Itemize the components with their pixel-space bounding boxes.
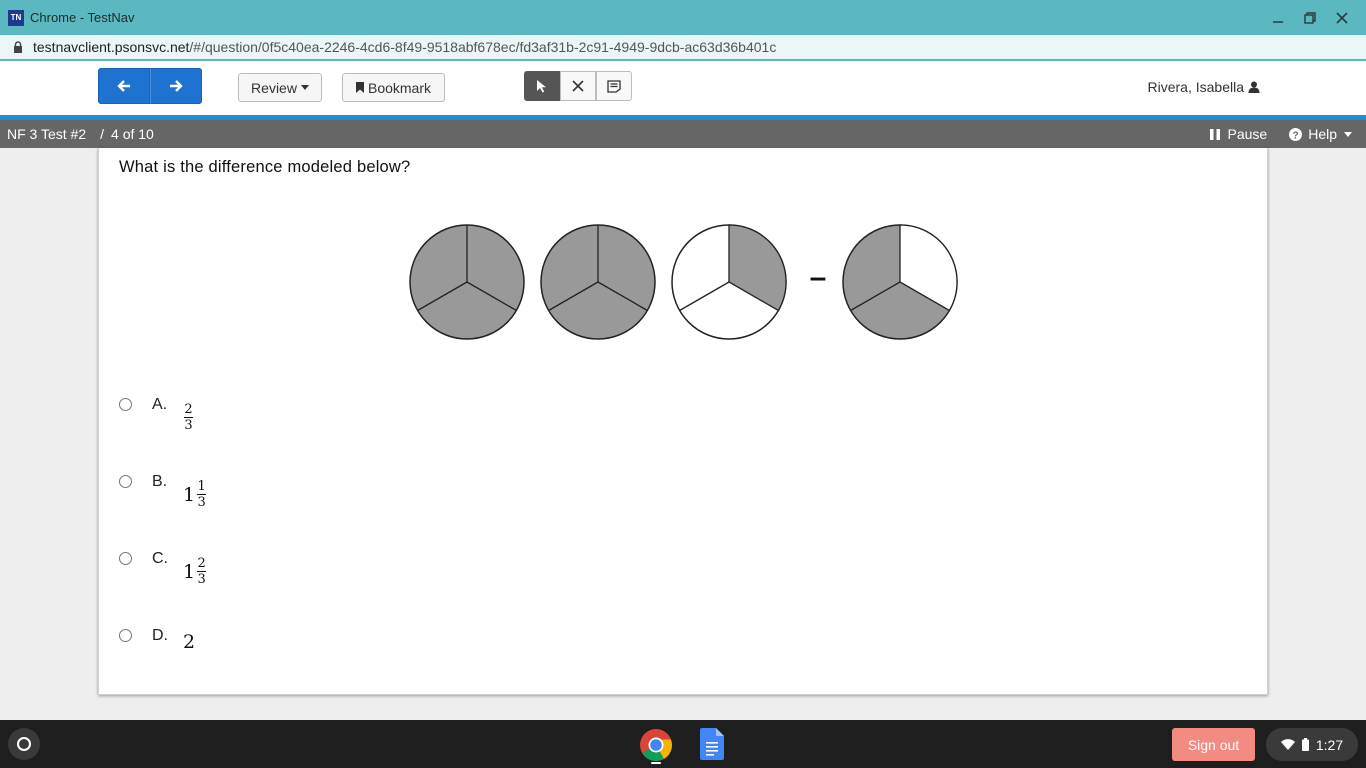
testnav-logo-icon: TN	[8, 9, 24, 26]
help-icon: ?	[1289, 127, 1303, 141]
minimize-button[interactable]	[1262, 0, 1294, 35]
choice-a-radio[interactable]	[119, 398, 132, 411]
fraction-circle-4	[842, 224, 958, 340]
minus-sign: –	[810, 261, 827, 294]
fraction: 1 3	[197, 479, 207, 510]
choice-b[interactable]: B. 1 1 3	[119, 473, 207, 510]
close-button[interactable]	[1326, 0, 1358, 35]
battery-icon	[1301, 738, 1309, 751]
choice-d-value: 2	[183, 631, 197, 653]
window-title-bar: TN Chrome - TestNav	[0, 0, 1366, 35]
close-icon	[1336, 11, 1348, 24]
user-icon	[1248, 81, 1260, 93]
fraction-circle-3	[671, 224, 787, 340]
running-indicator	[651, 762, 661, 764]
choice-letter: A.	[152, 396, 168, 413]
infobar-actions: Pause ? Help	[1209, 120, 1352, 148]
svg-text:?: ?	[1293, 130, 1299, 141]
choice-b-radio[interactable]	[119, 475, 132, 488]
numerator: 1	[197, 479, 206, 494]
chrome-icon[interactable]	[639, 728, 673, 762]
denominator: 3	[184, 418, 193, 433]
choice-a[interactable]: A. 2 3	[119, 396, 193, 433]
arrow-left-icon	[117, 80, 130, 92]
navigation-group	[98, 68, 202, 104]
question-panel: What is the difference modeled below? –	[98, 148, 1268, 695]
window-controls	[1262, 0, 1358, 35]
fraction-circle-1	[409, 224, 525, 340]
choice-letter: D.	[152, 627, 168, 644]
pointer-icon	[537, 80, 546, 93]
user-account[interactable]: Rivera, Isabella	[1148, 79, 1261, 95]
denominator: 3	[197, 572, 206, 587]
lock-icon	[14, 41, 22, 53]
restore-button[interactable]	[1294, 0, 1326, 35]
test-toolbar: Review Bookmark Rivera, Isabella	[0, 61, 1366, 115]
pause-button[interactable]: Pause	[1209, 126, 1268, 142]
choice-c[interactable]: C. 1 2 3	[119, 550, 207, 587]
help-label: Help	[1308, 126, 1337, 142]
bookmark-label: Bookmark	[367, 79, 432, 96]
review-button[interactable]: Review	[238, 73, 322, 102]
denominator: 3	[197, 495, 206, 510]
whole-number: 1	[183, 483, 196, 506]
notepad-button[interactable]	[596, 71, 632, 101]
launcher-icon	[17, 737, 31, 751]
whole-number: 2	[183, 631, 196, 653]
launcher-button[interactable]	[8, 728, 40, 760]
breadcrumb-separator: /	[100, 126, 105, 142]
test-name: NF 3 Test #2	[7, 126, 87, 142]
restore-icon	[1304, 11, 1316, 24]
bookmark-icon	[355, 82, 364, 93]
pause-label: Pause	[1227, 126, 1268, 142]
user-name: Rivera, Isabella	[1147, 79, 1245, 95]
question-progress: 4 of 10	[111, 126, 154, 142]
choice-c-value: 1 2 3	[183, 556, 207, 587]
fraction: 2 3	[184, 402, 193, 433]
bookmark-button[interactable]: Bookmark	[342, 73, 445, 102]
choice-a-value: 2 3	[184, 402, 193, 433]
status-tray[interactable]: 1:27	[1266, 728, 1358, 761]
whole-number: 1	[183, 560, 196, 583]
pause-icon	[1209, 128, 1220, 140]
pointer-tool-button[interactable]	[524, 71, 560, 101]
url-path: /#/question/0f5c40ea-2246-4cd6-8f49-9518…	[189, 39, 777, 55]
sign-out-button[interactable]: Sign out	[1172, 728, 1255, 761]
help-button[interactable]: ? Help	[1289, 126, 1352, 142]
choice-d[interactable]: D. 2	[119, 627, 197, 653]
choice-letter: B.	[152, 473, 168, 490]
choice-c-radio[interactable]	[119, 552, 132, 565]
review-label: Review	[251, 79, 297, 96]
chevron-down-icon	[300, 85, 309, 90]
window-title: Chrome - TestNav	[30, 10, 135, 25]
choice-b-value: 1 1 3	[183, 479, 207, 510]
next-button[interactable]	[150, 68, 202, 104]
wifi-icon	[1280, 739, 1295, 750]
clock-time: 1:27	[1315, 736, 1344, 753]
numerator: 2	[197, 556, 206, 571]
choice-d-radio[interactable]	[119, 629, 132, 642]
url-host: testnavclient.psonsvc.net	[33, 39, 190, 55]
chevron-down-icon	[1344, 131, 1352, 137]
numerator: 2	[184, 402, 193, 417]
eliminator-icon	[572, 80, 584, 92]
minimize-icon	[1273, 20, 1283, 23]
answer-eliminator-button[interactable]	[560, 71, 596, 101]
os-taskbar: Sign out 1:27	[0, 720, 1366, 768]
fraction-circles-model: –	[409, 224, 958, 340]
google-docs-icon[interactable]	[700, 728, 724, 760]
question-prompt: What is the difference modeled below?	[119, 158, 411, 176]
fraction-circle-2	[540, 224, 656, 340]
answer-tools-group	[524, 71, 632, 101]
address-bar[interactable]: testnavclient.psonsvc.net/#/question/0f5…	[0, 35, 1366, 61]
arrow-right-icon	[170, 80, 183, 92]
fraction: 2 3	[197, 556, 207, 587]
choice-letter: C.	[152, 550, 168, 567]
previous-button[interactable]	[98, 68, 150, 104]
test-info-bar: NF 3 Test #2 / 4 of 10 Pause ? Help	[0, 120, 1366, 148]
notepad-icon	[607, 79, 621, 93]
